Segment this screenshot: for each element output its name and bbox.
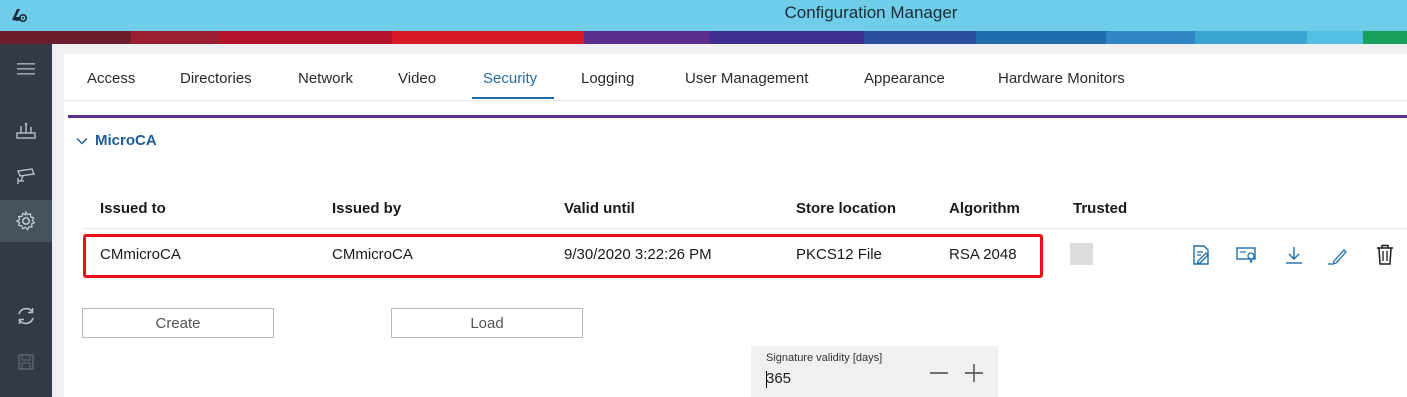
signature-validity-field: Signature validity [days] bbox=[751, 346, 998, 397]
certificate-details-button[interactable] bbox=[1234, 243, 1260, 267]
strip-segment bbox=[1363, 31, 1407, 44]
tab-hardware-monitors[interactable]: Hardware Monitors bbox=[998, 70, 1125, 87]
strip-segment bbox=[0, 31, 131, 44]
sign-certificate-icon bbox=[1193, 245, 1209, 265]
tab-directories[interactable]: Directories bbox=[180, 70, 252, 87]
cell-algorithm: RSA 2048 bbox=[949, 246, 1017, 263]
download-icon bbox=[1286, 247, 1302, 264]
tab-security[interactable]: Security bbox=[483, 70, 537, 87]
refresh-icon bbox=[18, 307, 34, 325]
strip-segment bbox=[130, 31, 220, 44]
save-button[interactable] bbox=[0, 342, 52, 382]
active-tab-indicator bbox=[472, 97, 554, 99]
download-button[interactable] bbox=[1283, 243, 1305, 267]
tab-logging[interactable]: Logging bbox=[581, 70, 634, 87]
cell-valid-until: 9/30/2020 3:22:26 PM bbox=[564, 246, 712, 263]
tab-bar: Access Directories Network Video Securit… bbox=[64, 54, 1407, 101]
tab-user-management[interactable]: User Management bbox=[685, 70, 808, 87]
menu-button[interactable] bbox=[0, 49, 52, 89]
plus-icon[interactable] bbox=[963, 362, 985, 384]
settings-nav-button[interactable] bbox=[0, 200, 52, 242]
certificate-details-icon bbox=[1236, 247, 1256, 263]
camera-icon bbox=[17, 168, 35, 184]
table-header-divider bbox=[84, 228, 1407, 229]
tab-appearance[interactable]: Appearance bbox=[864, 70, 945, 87]
strip-segment bbox=[392, 31, 584, 44]
delete-button[interactable] bbox=[1374, 243, 1396, 267]
strip-segment bbox=[219, 31, 393, 44]
network-devices-icon bbox=[16, 122, 36, 139]
create-button[interactable]: Create bbox=[82, 308, 274, 338]
load-button[interactable]: Load bbox=[391, 308, 583, 338]
trusted-checkbox[interactable] bbox=[1070, 243, 1093, 265]
sign-certificate-button[interactable] bbox=[1190, 243, 1212, 267]
column-header-issued-to: Issued to bbox=[100, 200, 166, 217]
strip-segment bbox=[1307, 31, 1364, 44]
window-title: Configuration Manager bbox=[784, 3, 958, 22]
strip-segment bbox=[975, 31, 1107, 44]
minus-icon[interactable] bbox=[928, 362, 950, 384]
hamburger-icon bbox=[17, 63, 35, 75]
text-cursor bbox=[766, 371, 767, 388]
tab-access[interactable]: Access bbox=[87, 70, 135, 87]
highlighted-table-row[interactable] bbox=[83, 234, 1043, 278]
content-gutter bbox=[52, 44, 64, 397]
brand-color-strip bbox=[0, 31, 1407, 44]
strip-segment bbox=[863, 31, 976, 44]
column-header-issued-by: Issued by bbox=[332, 200, 402, 217]
main-content: Access Directories Network Video Securit… bbox=[64, 54, 1407, 397]
edit-icon bbox=[1328, 249, 1347, 266]
section-divider bbox=[68, 115, 1407, 118]
signature-validity-input[interactable] bbox=[766, 370, 906, 387]
column-header-valid-until: Valid until bbox=[564, 200, 635, 217]
devices-nav-button[interactable] bbox=[0, 111, 52, 151]
tab-video[interactable]: Video bbox=[398, 70, 436, 87]
left-rail bbox=[0, 44, 52, 397]
save-icon bbox=[18, 354, 34, 370]
cell-issued-to: CMmicroCA bbox=[100, 246, 181, 263]
column-header-store-location: Store location bbox=[796, 200, 897, 217]
header-spacer bbox=[0, 44, 1407, 54]
strip-segment bbox=[1195, 31, 1308, 44]
strip-segment bbox=[1106, 31, 1196, 44]
gear-icon bbox=[15, 210, 36, 231]
signature-validity-label: Signature validity [days] bbox=[766, 352, 883, 364]
section-title: MicroCA bbox=[95, 132, 157, 149]
column-header-trusted: Trusted bbox=[1073, 200, 1128, 217]
chevron-down-icon bbox=[76, 137, 88, 144]
refresh-button[interactable] bbox=[0, 296, 52, 336]
strip-segment bbox=[583, 31, 710, 44]
microca-section-header[interactable]: MicroCA bbox=[76, 132, 157, 149]
title-bar: Configuration Manager bbox=[0, 0, 1407, 31]
cameras-nav-button[interactable] bbox=[0, 156, 52, 196]
cell-issued-by: CMmicroCA bbox=[332, 246, 413, 263]
edit-button[interactable] bbox=[1326, 243, 1350, 267]
strip-segment bbox=[709, 31, 864, 44]
delete-icon bbox=[1377, 244, 1393, 265]
tab-network[interactable]: Network bbox=[298, 70, 353, 87]
cell-store-location: PKCS12 File bbox=[796, 246, 882, 263]
column-header-algorithm: Algorithm bbox=[949, 200, 1020, 217]
